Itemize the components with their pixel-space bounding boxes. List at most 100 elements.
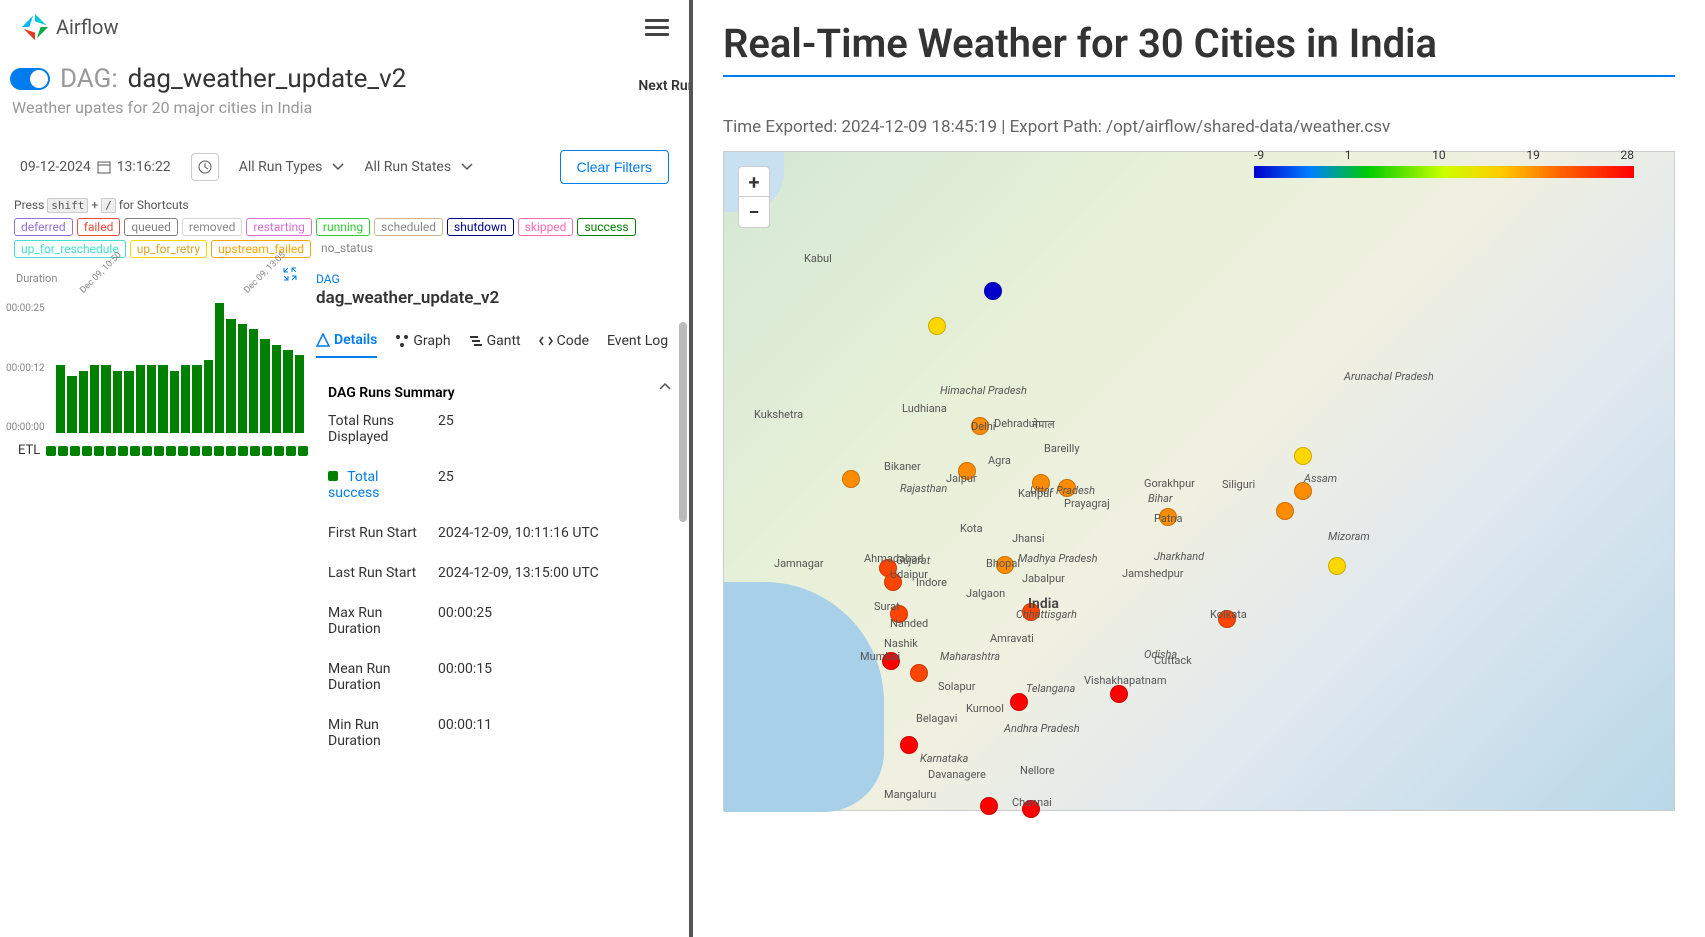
etl-status-box[interactable] [178, 446, 188, 456]
run-bar[interactable] [226, 319, 235, 433]
etl-status-box[interactable] [226, 446, 236, 456]
status-no_status[interactable]: no_status [315, 240, 379, 258]
etl-status-box[interactable] [82, 446, 92, 456]
bar-chart[interactable]: 00:00:25 00:00:12 00:00:00 [56, 303, 304, 433]
run-bar[interactable] [147, 365, 156, 433]
etl-status-box[interactable] [250, 446, 260, 456]
run-bar[interactable] [67, 376, 76, 433]
status-restarting[interactable]: restarting [246, 218, 312, 236]
etl-status-box[interactable] [142, 446, 152, 456]
city-dot[interactable] [1110, 685, 1128, 703]
run-bar[interactable] [79, 371, 88, 433]
city-dot[interactable] [1058, 479, 1076, 497]
run-bar[interactable] [272, 345, 281, 433]
run-bar[interactable] [283, 350, 292, 433]
city-dot[interactable] [1022, 800, 1040, 818]
run-types-dropdown[interactable]: All Run Types [239, 159, 345, 175]
run-bar[interactable] [170, 371, 179, 433]
run-bar[interactable] [249, 329, 258, 433]
run-bar[interactable] [215, 303, 224, 433]
tab-event-log[interactable]: Event Log [607, 332, 668, 358]
run-bar[interactable] [192, 365, 201, 433]
breadcrumb[interactable]: DAG [316, 272, 685, 286]
run-bar[interactable] [136, 365, 145, 433]
city-dot[interactable] [900, 736, 918, 754]
tab-gantt[interactable]: Gantt [469, 332, 521, 358]
etl-status-box[interactable] [70, 446, 80, 456]
menu-button[interactable] [645, 19, 669, 36]
status-up_for_reschedule[interactable]: up_for_reschedule [14, 240, 126, 258]
city-dot[interactable] [910, 664, 928, 682]
status-up_for_retry[interactable]: up_for_retry [130, 240, 207, 258]
run-bar[interactable] [295, 355, 304, 433]
city-dot[interactable] [1022, 603, 1040, 621]
etl-status-box[interactable] [154, 446, 164, 456]
clear-filters-button[interactable]: Clear Filters [560, 150, 669, 184]
city-dot[interactable] [1328, 557, 1346, 575]
map[interactable]: + − -9 1 10 19 28 LudhianaHimachal Prade… [723, 151, 1675, 811]
city-dot[interactable] [996, 556, 1014, 574]
status-upstream_failed[interactable]: upstream_failed [211, 240, 311, 258]
city-dot[interactable] [980, 797, 998, 815]
run-bar[interactable] [158, 365, 167, 433]
city-dot[interactable] [984, 282, 1002, 300]
run-bar[interactable] [56, 365, 65, 433]
city-dot[interactable] [882, 652, 900, 670]
status-deferred[interactable]: deferred [14, 218, 73, 236]
clock-button[interactable] [191, 153, 219, 181]
dag-toggle[interactable] [10, 68, 50, 90]
run-bar[interactable] [204, 360, 213, 433]
date-picker[interactable]: 09-12-2024 13:16:22 [20, 159, 171, 175]
etl-status-box[interactable] [130, 446, 140, 456]
run-states-dropdown[interactable]: All Run States [364, 159, 473, 175]
etl-status-box[interactable] [286, 446, 296, 456]
run-bar[interactable] [238, 324, 247, 433]
status-skipped[interactable]: skipped [518, 218, 574, 236]
zoom-out-button[interactable]: − [739, 197, 769, 227]
chevron-up-icon[interactable] [659, 383, 671, 391]
etl-status-box[interactable] [118, 446, 128, 456]
run-bar[interactable] [101, 365, 110, 433]
scrollbar[interactable] [679, 322, 687, 522]
run-bar[interactable] [181, 365, 190, 433]
city-dot[interactable] [1010, 693, 1028, 711]
etl-status-box[interactable] [46, 446, 56, 456]
etl-status-box[interactable] [58, 446, 68, 456]
etl-status-box[interactable] [106, 446, 116, 456]
etl-status-box[interactable] [94, 446, 104, 456]
status-queued[interactable]: queued [124, 218, 178, 236]
city-dot[interactable] [1159, 508, 1177, 526]
city-dot[interactable] [971, 417, 989, 435]
tab-code[interactable]: Code [539, 332, 589, 358]
etl-status-box[interactable] [238, 446, 248, 456]
run-bar[interactable] [113, 371, 122, 433]
status-shutdown[interactable]: shutdown [447, 218, 514, 236]
city-dot[interactable] [1294, 482, 1312, 500]
etl-status-box[interactable] [262, 446, 272, 456]
status-success[interactable]: success [577, 218, 635, 236]
run-bar[interactable] [124, 371, 133, 433]
etl-status-box[interactable] [202, 446, 212, 456]
collapse-icon[interactable] [282, 266, 298, 286]
etl-status-box[interactable] [274, 446, 284, 456]
status-scheduled[interactable]: scheduled [374, 218, 443, 236]
city-dot[interactable] [928, 317, 946, 335]
city-dot[interactable] [890, 605, 908, 623]
city-dot[interactable] [1032, 474, 1050, 492]
tab-graph[interactable]: Graph [395, 332, 450, 358]
city-dot[interactable] [1294, 447, 1312, 465]
etl-status-box[interactable] [214, 446, 224, 456]
status-failed[interactable]: failed [77, 218, 121, 236]
city-dot[interactable] [1276, 502, 1294, 520]
city-dot[interactable] [1218, 610, 1236, 628]
run-bar[interactable] [260, 339, 269, 433]
etl-status-box[interactable] [166, 446, 176, 456]
status-removed[interactable]: removed [182, 218, 242, 236]
run-bar[interactable] [90, 365, 99, 433]
city-dot[interactable] [884, 573, 902, 591]
status-running[interactable]: running [316, 218, 370, 236]
etl-status-box[interactable] [190, 446, 200, 456]
tab-details[interactable]: Details [316, 332, 377, 358]
logo[interactable]: Airflow [20, 12, 118, 42]
city-dot[interactable] [842, 470, 860, 488]
